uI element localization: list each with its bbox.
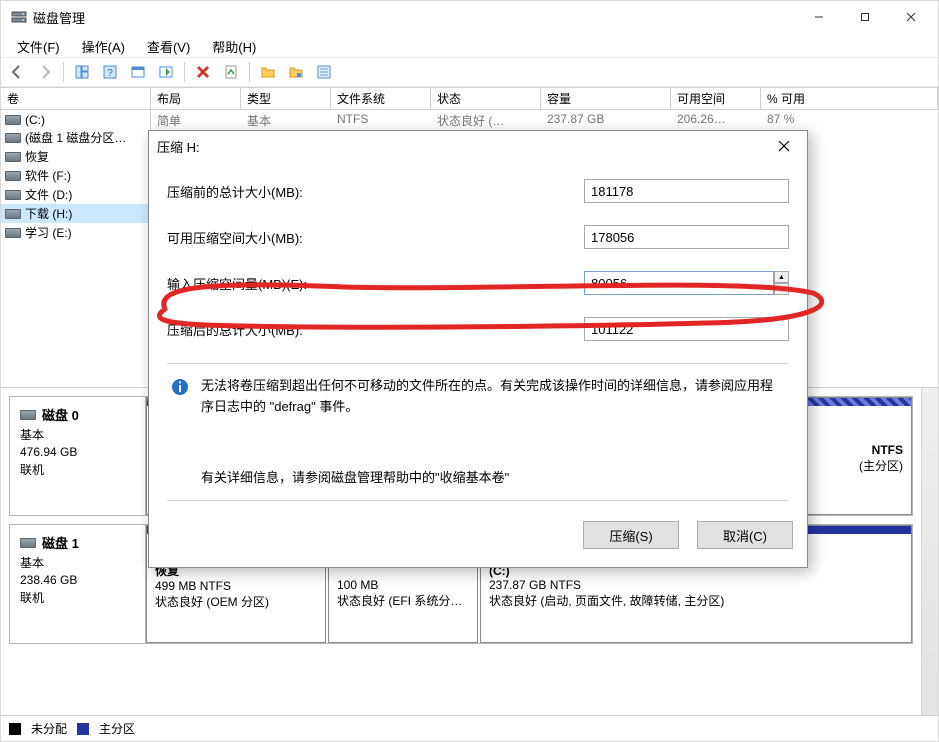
info-help-text: 有关详细信息，请参阅磁盘管理帮助中的"收缩基本卷"	[201, 468, 509, 489]
shrink-button[interactable]: 压缩(S)	[583, 521, 679, 549]
label-total-after: 压缩后的总计大小(MB):	[167, 320, 584, 339]
dialog-titlebar[interactable]: 压缩 H:	[149, 131, 807, 161]
field-available: 178056	[584, 225, 789, 249]
cancel-button[interactable]: 取消(C)	[697, 521, 793, 549]
shrink-amount-input[interactable]	[584, 271, 774, 295]
label-input-amount: 输入压缩空间量(MB)(E):	[167, 274, 584, 293]
field-total-after: 101122	[584, 317, 789, 341]
info-icon	[171, 378, 189, 396]
label-total-before: 压缩前的总计大小(MB):	[167, 182, 584, 201]
label-available: 可用压缩空间大小(MB):	[167, 228, 584, 247]
info-text: 无法将卷压缩到超出任何不可移动的文件所在的点。有关完成该操作时间的详细信息，请参…	[201, 376, 785, 418]
shrink-amount-spinner: ▲ ▼	[584, 271, 789, 295]
field-total-before: 181178	[584, 179, 789, 203]
dialog-overlay: 压缩 H: 压缩前的总计大小(MB): 181178 可用压缩空间大小(MB):…	[0, 0, 939, 742]
shrink-volume-dialog: 压缩 H: 压缩前的总计大小(MB): 181178 可用压缩空间大小(MB):…	[148, 130, 808, 568]
spinner-up-button[interactable]: ▲	[774, 271, 789, 283]
dialog-close-button[interactable]	[769, 132, 799, 160]
spinner-down-button[interactable]: ▼	[774, 283, 789, 295]
dialog-title-text: 压缩 H:	[157, 137, 200, 156]
